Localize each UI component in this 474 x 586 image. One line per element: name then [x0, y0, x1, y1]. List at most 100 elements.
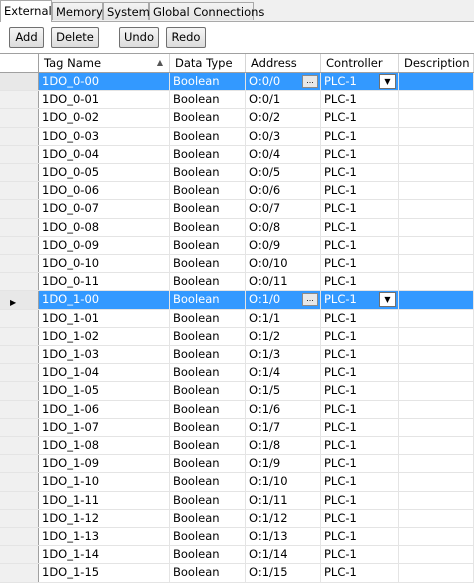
controller-cell[interactable]: PLC-1 [321, 182, 399, 200]
data-type-cell[interactable]: Boolean [170, 91, 246, 109]
data-type-cell[interactable]: Boolean [170, 327, 246, 345]
tag-name-cell[interactable]: 1DO_0-09 [39, 236, 170, 254]
tag-name-cell[interactable]: 1DO_1-09 [39, 455, 170, 473]
description-cell[interactable] [399, 509, 474, 527]
row-header[interactable] [0, 364, 39, 382]
tag-name-cell[interactable]: 1DO_1-07 [39, 418, 170, 436]
data-type-cell[interactable]: Boolean [170, 346, 246, 364]
table-row[interactable]: 1DO_0-04 Boolean O:0/4 PLC-1 [0, 145, 474, 164]
address-cell[interactable]: O:0/2 [246, 109, 321, 127]
row-header[interactable] [0, 73, 39, 91]
table-row[interactable]: 1DO_1-05 Boolean O:1/5 PLC-1 [0, 382, 474, 401]
description-cell[interactable] [399, 455, 474, 473]
tag-name-cell[interactable]: 1DO_0-08 [39, 218, 170, 236]
address-cell[interactable]: O:0/1 [246, 91, 321, 109]
controller-cell[interactable]: PLC-1 [321, 455, 399, 473]
data-type-cell[interactable]: Boolean [170, 564, 246, 582]
tag-name-cell[interactable]: 1DO_1-04 [39, 364, 170, 382]
row-header[interactable] [0, 145, 39, 163]
tag-name-cell[interactable]: 1DO_1-05 [39, 382, 170, 400]
controller-cell[interactable]: PLC-1 [321, 145, 399, 163]
row-header[interactable] [0, 400, 39, 418]
controller-cell[interactable]: PLC-1 [321, 255, 399, 273]
table-row[interactable]: 1DO_1-07 Boolean O:1/7 PLC-1 [0, 418, 474, 437]
controller-cell[interactable]: PLC-1 [321, 273, 399, 291]
controller-cell[interactable]: PLC-1 [321, 400, 399, 418]
controller-cell[interactable]: PLC-1 [321, 473, 399, 491]
tag-name-cell[interactable]: 1DO_0-10 [39, 255, 170, 273]
chevron-down-icon[interactable]: ▼ [379, 292, 396, 308]
table-row[interactable]: 1DO_1-09 Boolean O:1/9 PLC-1 [0, 455, 474, 474]
redo-button[interactable]: Redo [166, 27, 206, 48]
table-row[interactable]: 1DO_1-10 Boolean O:1/10 PLC-1 [0, 473, 474, 492]
row-header[interactable] [0, 546, 39, 564]
tag-name-cell[interactable]: 1DO_0-06 [39, 182, 170, 200]
table-row[interactable]: 1DO_0-10 Boolean O:0/10 PLC-1 [0, 255, 474, 274]
table-row[interactable]: 1DO_1-03 Boolean O:1/3 PLC-1 [0, 346, 474, 365]
address-cell[interactable]: O:1/4 [246, 364, 321, 382]
address-cell[interactable]: O:1/10 [246, 473, 321, 491]
address-cell[interactable]: O:0/9 [246, 236, 321, 254]
address-cell[interactable]: O:0/0... [246, 73, 321, 91]
row-header[interactable] [0, 382, 39, 400]
description-cell[interactable] [399, 364, 474, 382]
address-cell[interactable]: O:1/1 [246, 309, 321, 327]
data-type-cell[interactable]: Boolean [170, 437, 246, 455]
address-cell[interactable]: O:0/4 [246, 145, 321, 163]
address-cell[interactable]: O:1/8 [246, 437, 321, 455]
address-cell[interactable]: O:1/9 [246, 455, 321, 473]
description-cell[interactable] [399, 109, 474, 127]
data-type-cell[interactable]: Boolean [170, 309, 246, 327]
table-row[interactable]: 1DO_0-01 Boolean O:0/1 PLC-1 [0, 91, 474, 110]
controller-cell[interactable]: PLC-1 [321, 437, 399, 455]
tag-name-cell[interactable]: 1DO_1-14 [39, 546, 170, 564]
controller-cell[interactable]: PLC-1 [321, 109, 399, 127]
data-type-cell[interactable]: Boolean [170, 109, 246, 127]
table-row[interactable]: ▶ 1DO_1-00 Boolean O:1/0... PLC-1 ▼ [0, 291, 474, 310]
table-row[interactable]: 1DO_0-05 Boolean O:0/5 PLC-1 [0, 164, 474, 183]
description-cell[interactable] [399, 255, 474, 273]
row-header[interactable] [0, 164, 39, 182]
table-row[interactable]: 1DO_1-04 Boolean O:1/4 PLC-1 [0, 364, 474, 383]
row-header[interactable] [0, 327, 39, 345]
description-cell[interactable] [399, 346, 474, 364]
controller-cell[interactable]: PLC-1 [321, 418, 399, 436]
address-cell[interactable]: O:1/15 [246, 564, 321, 582]
controller-cell[interactable]: PLC-1 [321, 491, 399, 509]
description-cell[interactable] [399, 327, 474, 345]
description-cell[interactable] [399, 273, 474, 291]
table-row[interactable]: 1DO_0-00 Boolean O:0/0... PLC-1 ▼ [0, 73, 474, 92]
controller-cell[interactable]: PLC-1 [321, 564, 399, 582]
tag-name-cell[interactable]: 1DO_1-01 [39, 309, 170, 327]
address-cell[interactable]: O:0/3 [246, 127, 321, 145]
description-cell[interactable] [399, 400, 474, 418]
address-cell[interactable]: O:0/8 [246, 218, 321, 236]
row-header[interactable] [0, 455, 39, 473]
address-cell[interactable]: O:1/12 [246, 509, 321, 527]
tag-name-cell[interactable]: 1DO_1-12 [39, 509, 170, 527]
description-cell[interactable] [399, 236, 474, 254]
controller-cell[interactable]: PLC-1 [321, 91, 399, 109]
data-type-cell[interactable]: Boolean [170, 200, 246, 218]
data-type-cell[interactable]: Boolean [170, 182, 246, 200]
row-header[interactable] [0, 273, 39, 291]
description-cell[interactable] [399, 291, 474, 309]
table-row[interactable]: 1DO_1-08 Boolean O:1/8 PLC-1 [0, 437, 474, 456]
controller-cell[interactable]: PLC-1 [321, 236, 399, 254]
data-type-cell[interactable]: Boolean [170, 236, 246, 254]
data-type-cell[interactable]: Boolean [170, 255, 246, 273]
data-type-cell[interactable]: Boolean [170, 400, 246, 418]
row-header[interactable] [0, 309, 39, 327]
data-type-cell[interactable]: Boolean [170, 273, 246, 291]
column-header-description[interactable]: Description [399, 54, 474, 72]
tab-system[interactable]: System [103, 2, 150, 20]
table-row[interactable]: 1DO_1-14 Boolean O:1/14 PLC-1 [0, 546, 474, 565]
description-cell[interactable] [399, 473, 474, 491]
table-row[interactable]: 1DO_1-11 Boolean O:1/11 PLC-1 [0, 491, 474, 510]
data-type-cell[interactable]: Boolean [170, 145, 246, 163]
description-cell[interactable] [399, 200, 474, 218]
description-cell[interactable] [399, 91, 474, 109]
tag-name-cell[interactable]: 1DO_0-03 [39, 127, 170, 145]
row-header[interactable] [0, 127, 39, 145]
data-type-cell[interactable]: Boolean [170, 291, 246, 309]
